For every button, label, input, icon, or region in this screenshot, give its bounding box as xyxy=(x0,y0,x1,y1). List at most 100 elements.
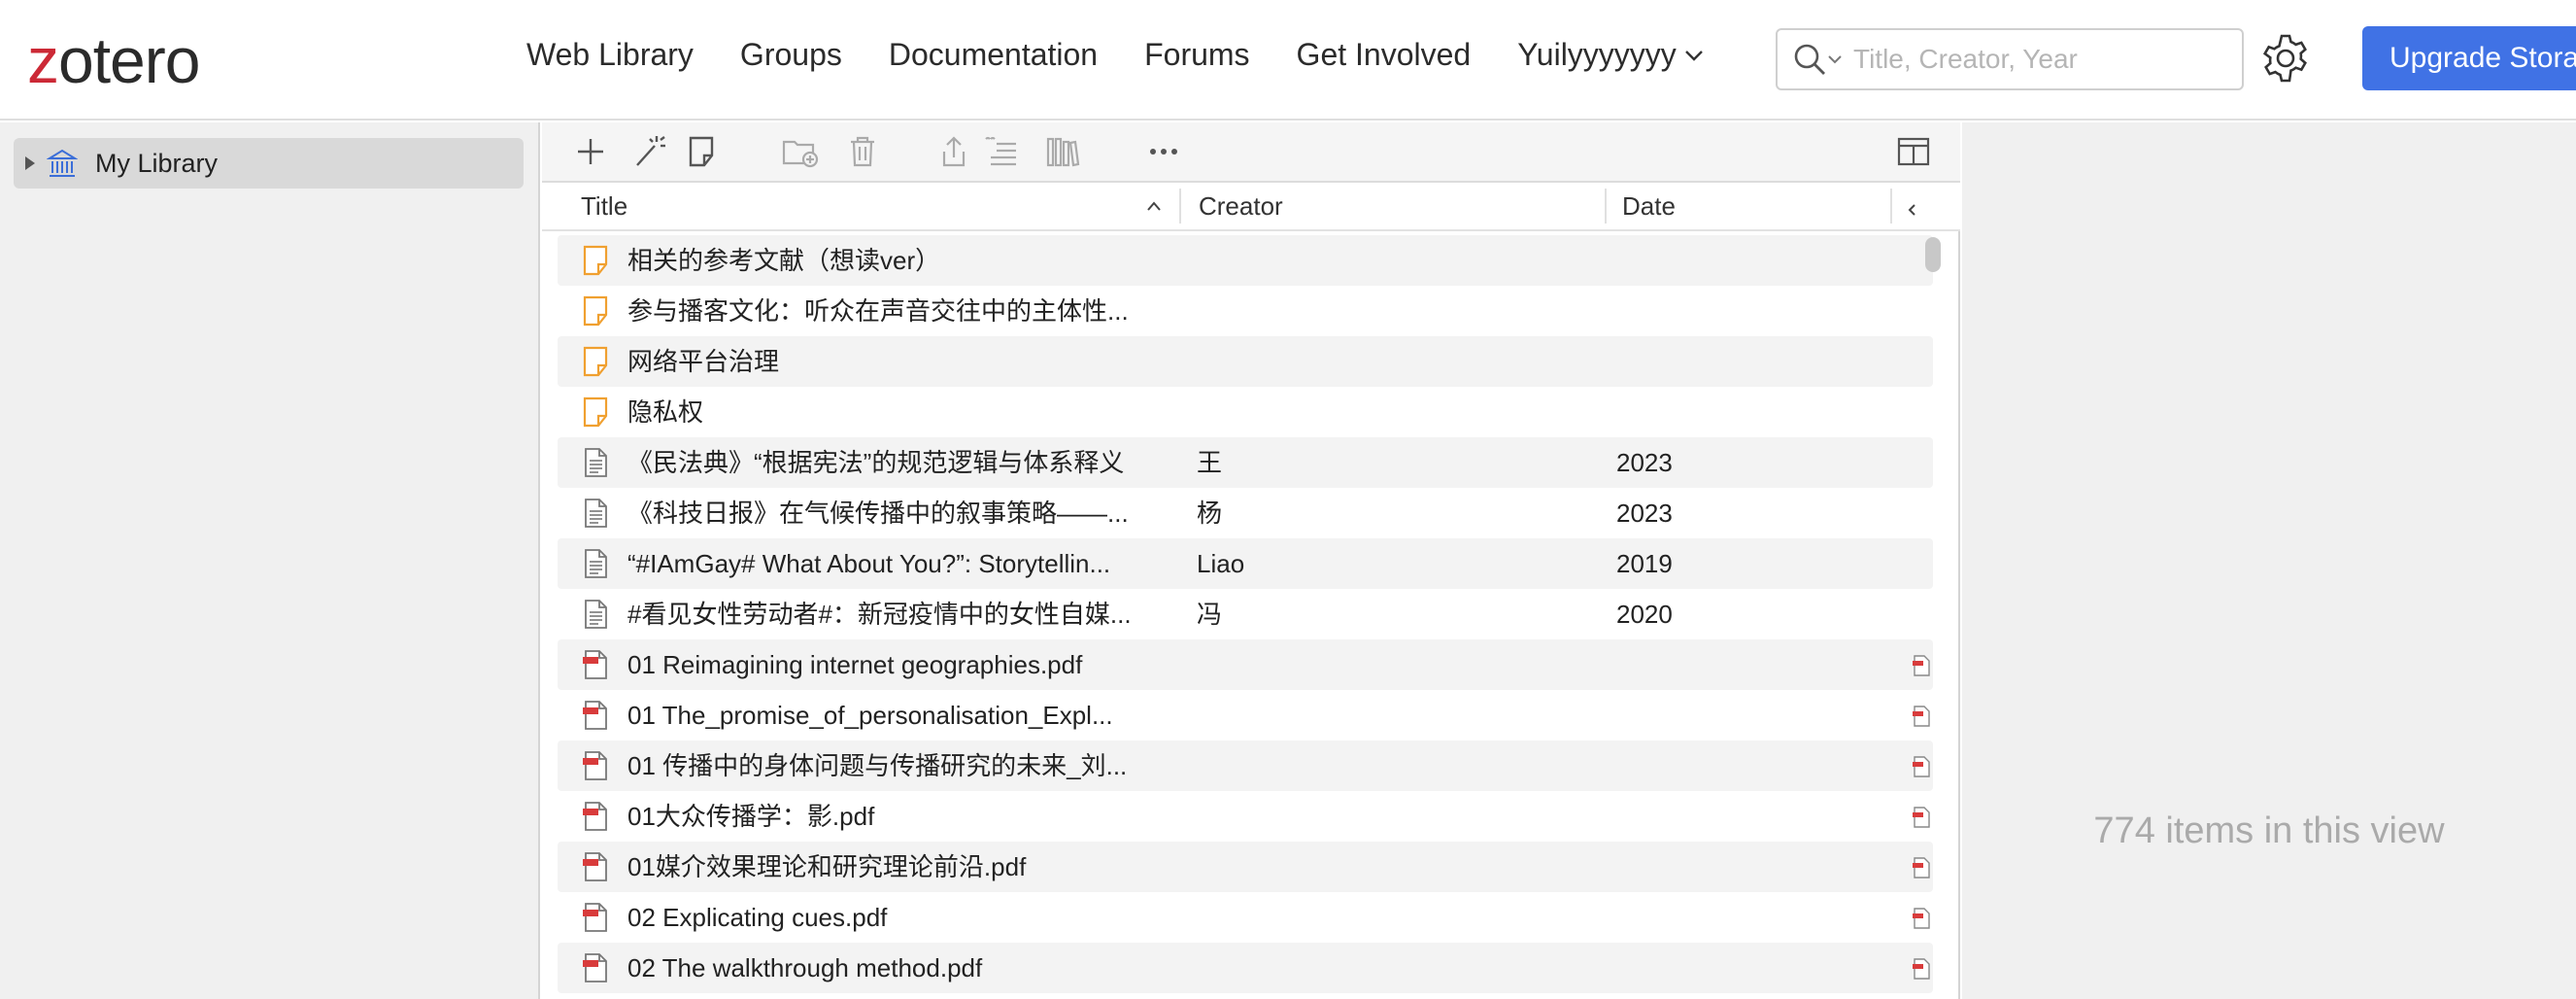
item-count-label: 774 items in this view xyxy=(2093,810,2445,851)
gear-icon[interactable] xyxy=(2259,32,2312,85)
pdf-icon xyxy=(581,851,610,887)
item-row[interactable]: 参与播客文化：听众在声音交往中的主体性... xyxy=(558,286,1933,336)
item-row[interactable]: 相关的参考文献（想读ver） xyxy=(558,235,1933,286)
item-title: 参与播客文化：听众在声音交往中的主体性... xyxy=(627,296,1129,326)
my-library-label: My Library xyxy=(95,148,219,178)
column-divider[interactable] xyxy=(1179,189,1181,224)
item-title: 网络平台治理 xyxy=(627,347,780,376)
item-date: 2019 xyxy=(1616,549,1673,578)
pdf-icon xyxy=(581,902,610,938)
item-creator: 王 xyxy=(1197,448,1223,477)
column-creator[interactable]: Creator xyxy=(1199,183,1283,229)
chevron-down-icon xyxy=(1684,50,1703,61)
item-row[interactable]: #看见女性劳动者#：新冠疫情中的女性自媒... 冯 2020 xyxy=(558,589,1933,639)
new-item-plus-icon[interactable] xyxy=(573,134,608,169)
item-row[interactable]: 01 Reimagining internet geographies.pdf xyxy=(558,639,1933,690)
document-icon xyxy=(581,548,610,584)
pdf-icon xyxy=(581,700,610,736)
more-options-icon[interactable] xyxy=(1146,134,1181,169)
item-title: 01媒介效果理论和研究理论前沿.pdf xyxy=(627,852,1027,881)
document-icon xyxy=(581,447,610,483)
column-date[interactable]: Date xyxy=(1622,183,1676,229)
search-box xyxy=(1776,28,2244,90)
item-row[interactable]: 02 Explicating cues.pdf xyxy=(558,892,1933,943)
twisty-right-icon[interactable] xyxy=(23,155,37,171)
item-row[interactable]: 《科技日报》在气候传播中的叙事策略——... 杨 2023 xyxy=(558,488,1933,538)
scrollbar-track[interactable] xyxy=(1919,235,1947,999)
library-icon xyxy=(47,149,78,177)
item-title: 01 The_promise_of_personalisation_Expl..… xyxy=(627,701,1113,730)
pdf-icon xyxy=(581,952,610,988)
search-icon[interactable] xyxy=(1793,43,1826,76)
user-name: Yuilyyyyyyy xyxy=(1517,37,1677,72)
item-row[interactable]: 01大众传播学：影.pdf xyxy=(558,791,1933,842)
items-pane: Title Creator Date 相关的参考文献（想读ver） 参与播客文化：… xyxy=(542,122,1960,999)
main-nav: Web Library Groups Documentation Forums … xyxy=(526,37,1750,73)
item-title: 02 The walkthrough method.pdf xyxy=(627,953,983,982)
column-divider[interactable] xyxy=(1605,189,1607,224)
search-mode-chevron-icon[interactable] xyxy=(1828,54,1842,64)
library-lookup-icon[interactable] xyxy=(1045,134,1080,169)
column-layout-icon[interactable] xyxy=(1896,134,1931,169)
nav-web-library[interactable]: Web Library xyxy=(526,37,694,73)
collection-tree: My Library xyxy=(0,122,540,999)
item-row[interactable]: 01媒介效果理论和研究理论前沿.pdf xyxy=(558,842,1933,892)
item-row[interactable]: 01 传播中的身体问题与传播研究的未来_刘... xyxy=(558,741,1933,791)
document-icon xyxy=(581,599,610,635)
item-creator: 杨 xyxy=(1197,499,1223,528)
pdf-icon xyxy=(581,649,610,685)
item-date: 2020 xyxy=(1616,600,1673,629)
note-icon xyxy=(581,245,610,281)
scrollbar-thumb[interactable] xyxy=(1925,237,1941,272)
create-bibliography-icon[interactable] xyxy=(983,134,1018,169)
note-icon xyxy=(581,346,610,382)
item-title: 01 Reimagining internet geographies.pdf xyxy=(627,650,1083,679)
item-title: #看见女性劳动者#：新冠疫情中的女性自媒... xyxy=(627,600,1132,629)
item-details-pane: 774 items in this view xyxy=(1962,122,2576,999)
nav-documentation[interactable]: Documentation xyxy=(889,37,1098,73)
top-header: zotero Web Library Groups Documentation … xyxy=(0,0,2576,121)
pdf-icon xyxy=(581,750,610,786)
user-menu[interactable]: Yuilyyyyyyy xyxy=(1517,37,1704,73)
magic-wand-icon[interactable] xyxy=(631,134,666,169)
nav-get-involved[interactable]: Get Involved xyxy=(1297,37,1472,73)
item-title: 相关的参考文献（想读ver） xyxy=(627,246,941,275)
column-header: Title Creator Date xyxy=(542,183,1960,231)
column-title[interactable]: Title xyxy=(581,183,627,229)
item-row[interactable]: 01 The_promise_of_personalisation_Expl..… xyxy=(558,690,1933,741)
note-icon xyxy=(581,396,610,432)
my-library-row[interactable]: My Library xyxy=(14,138,524,189)
items-toolbar xyxy=(542,122,1960,183)
item-creator: 冯 xyxy=(1197,600,1223,629)
note-icon xyxy=(581,295,610,331)
item-row[interactable]: 《民法典》“根据宪法”的规范逻辑与体系释义 王 2023 xyxy=(558,437,1933,488)
item-row[interactable]: 02 The walkthrough method.pdf xyxy=(558,943,1933,993)
item-date: 2023 xyxy=(1616,499,1673,528)
nav-forums[interactable]: Forums xyxy=(1144,37,1249,73)
item-title: 隐私权 xyxy=(627,397,704,427)
trash-icon[interactable] xyxy=(845,134,880,169)
item-title: 01大众传播学：影.pdf xyxy=(627,802,875,831)
item-row[interactable]: 隐私权 xyxy=(558,387,1933,437)
upgrade-storage-button[interactable]: Upgrade Storage xyxy=(2362,26,2576,90)
item-title: 《科技日报》在气候传播中的叙事策略——... xyxy=(627,499,1129,528)
search-input[interactable] xyxy=(1853,44,2222,75)
column-picker-chevron-icon[interactable] xyxy=(1906,202,1917,218)
export-share-icon[interactable] xyxy=(936,134,971,169)
item-date: 2023 xyxy=(1616,448,1673,477)
item-title: 01 传播中的身体问题与传播研究的未来_刘... xyxy=(627,751,1128,780)
item-row[interactable]: “#IAmGay# What About You?”: Storytellin.… xyxy=(558,538,1933,589)
item-title: “#IAmGay# What About You?”: Storytellin.… xyxy=(627,549,1111,578)
add-to-collection-icon[interactable] xyxy=(781,134,820,169)
item-title: 《民法典》“根据宪法”的规范逻辑与体系释义 xyxy=(627,448,1125,477)
item-title: 02 Explicating cues.pdf xyxy=(627,903,888,932)
document-icon xyxy=(581,498,610,534)
sort-ascending-icon[interactable] xyxy=(1146,200,1162,212)
nav-groups[interactable]: Groups xyxy=(740,37,842,73)
zotero-logo[interactable]: zotero xyxy=(27,23,200,97)
new-note-icon[interactable] xyxy=(684,134,719,169)
column-divider[interactable] xyxy=(1890,189,1892,224)
item-row[interactable]: 网络平台治理 xyxy=(558,336,1933,387)
item-creator: Liao xyxy=(1197,549,1245,578)
items-list: 相关的参考文献（想读ver） 参与播客文化：听众在声音交往中的主体性... 网络平台… xyxy=(558,235,1933,993)
